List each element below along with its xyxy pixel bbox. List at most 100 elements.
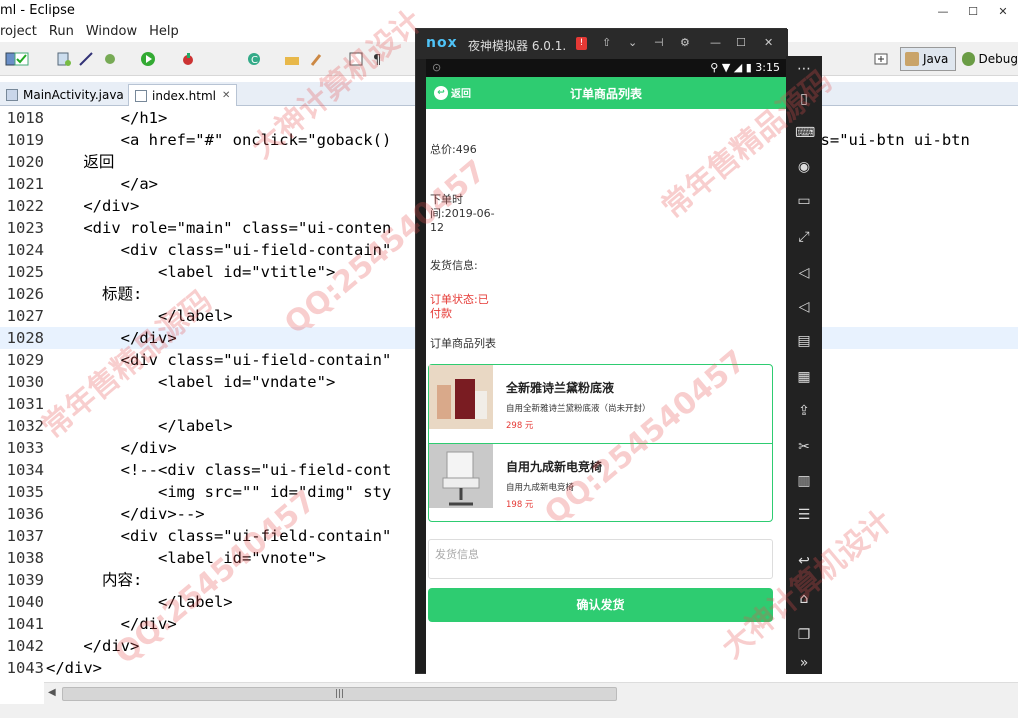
code-text[interactable]: <div class="ui-field-contain" <box>46 239 392 261</box>
menu-project[interactable]: roject <box>0 22 43 42</box>
menu-run[interactable]: Run <box>43 22 80 42</box>
more-icon[interactable]: ⋯ <box>795 60 813 78</box>
android-sdk-icon[interactable] <box>56 51 72 67</box>
screen-icon[interactable]: ▭ <box>795 192 813 210</box>
new-class-icon[interactable]: C <box>246 51 262 67</box>
product-price: 298 元 <box>506 421 534 431</box>
scrollbar-thumb[interactable]: ||| <box>62 687 617 701</box>
line-number: 1033 <box>6 439 44 457</box>
horizontal-scrollbar[interactable]: ◀ ||| <box>44 682 1018 704</box>
line-number: 1027 <box>6 307 44 325</box>
order-time-line: 间:2019-06- <box>430 207 495 220</box>
back-icon[interactable]: ↩ <box>795 552 813 570</box>
code-text[interactable]: 返回 <box>46 151 114 173</box>
line-number: 1039 <box>6 571 44 589</box>
keyboard-icon[interactable]: ⌨ <box>795 124 815 142</box>
shipping-info-input[interactable]: 发货信息 <box>428 539 773 579</box>
code-text[interactable]: <!--<div class="ui-field-cont <box>46 459 392 481</box>
gear-icon[interactable]: ⚙ <box>680 36 690 49</box>
menu-help[interactable]: Help <box>143 22 185 42</box>
menu-icon[interactable]: ☰ <box>795 506 813 524</box>
code-text[interactable]: </h1> <box>46 107 168 129</box>
toggle-view-icon[interactable] <box>348 51 364 67</box>
code-text[interactable]: </div> <box>46 635 139 657</box>
list-item[interactable]: 全新雅诗兰黛粉底液 自用全新雅诗兰黛粉底液（尚未开封） 298 元 <box>429 365 772 443</box>
line-number: 1034 <box>6 461 44 479</box>
search-icon[interactable] <box>310 51 326 67</box>
line-number: 1036 <box>6 505 44 523</box>
debug-icon[interactable] <box>102 51 118 67</box>
code-text[interactable]: </div> <box>46 613 177 635</box>
recent-apps-icon[interactable]: ❐ <box>795 626 813 644</box>
code-text[interactable]: 内容: <box>46 569 142 591</box>
open-perspective-icon[interactable] <box>873 51 889 67</box>
code-text[interactable]: <img src="" id="dimg" sty <box>46 481 391 503</box>
code-text[interactable]: </div> <box>46 657 102 679</box>
skip-breakpoints-icon[interactable] <box>78 51 94 67</box>
home-arrow-icon[interactable]: ⇧ <box>602 36 611 49</box>
code-text[interactable]: 标题: <box>46 283 142 305</box>
code-text[interactable]: </div> <box>46 195 139 217</box>
code-text[interactable]: </a> <box>46 173 158 195</box>
close-tab-icon[interactable]: ✕ <box>222 90 230 101</box>
product-desc: 自用全新雅诗兰黛粉底液（尚未开封） <box>506 404 651 414</box>
tab-label: MainActivity.java <box>23 88 124 102</box>
close-icon[interactable]: ✕ <box>988 0 1018 22</box>
line-number: 1020 <box>6 153 44 171</box>
home-icon[interactable]: ⌂ <box>795 590 813 608</box>
tab-index-html[interactable]: index.html ✕ <box>128 84 238 106</box>
chevron-down-icon[interactable]: ⌄ <box>628 36 637 49</box>
code-text[interactable]: <label id="vndate"> <box>46 371 335 393</box>
code-text[interactable]: <div class="ui-field-contain" <box>46 525 392 547</box>
code-text[interactable]: </label> <box>46 591 233 613</box>
html-file-icon <box>135 89 147 102</box>
code-text[interactable]: </div> <box>46 437 177 459</box>
code-text[interactable]: <label id="vtitle"> <box>46 261 335 283</box>
total-price: 总价:496 <box>430 143 477 156</box>
maximize-icon[interactable]: ☐ <box>736 36 746 49</box>
line-number: 1023 <box>6 219 44 237</box>
code-text[interactable]: <div role="main" class="ui-conten <box>46 217 391 239</box>
external-tools-icon[interactable] <box>180 51 196 67</box>
product-name: 全新雅诗兰黛粉底液 <box>506 381 615 395</box>
fullscreen-icon[interactable]: ⤢ <box>795 228 813 246</box>
code-text[interactable]: <label id="vnote"> <box>46 547 326 569</box>
apk-icon[interactable]: ▤ <box>795 332 813 350</box>
minimize-icon[interactable]: — <box>710 36 721 49</box>
perspective-debug[interactable]: Debug <box>958 47 1018 71</box>
multi-instance-icon[interactable]: ▥ <box>795 472 813 490</box>
code-text[interactable]: <div class="ui-field-contain" <box>46 349 392 371</box>
scroll-left-icon[interactable]: ◀ <box>48 687 56 698</box>
location-icon[interactable]: ◉ <box>795 158 813 176</box>
window-title: ml - Eclipse <box>0 3 75 18</box>
confirm-shipping-button[interactable]: 确认发货 <box>428 588 773 622</box>
macro-icon[interactable]: ▦ <box>795 368 813 386</box>
scissors-icon[interactable]: ✂ <box>795 438 813 456</box>
menu-window[interactable]: Window <box>80 22 143 42</box>
update-badge[interactable]: ! <box>576 37 587 50</box>
close-icon[interactable]: ✕ <box>764 36 773 49</box>
code-text[interactable]: </div>--> <box>46 503 205 525</box>
show-whitespace-icon[interactable]: ¶ <box>370 51 386 67</box>
collapse-icon[interactable]: » <box>795 654 813 672</box>
android-status-bar: ⊙ ⚲ ▼ ◢ ▮ 3:15 <box>426 59 786 77</box>
maximize-icon[interactable]: ☐ <box>958 0 988 22</box>
pin-icon[interactable]: ⊣ <box>654 36 664 49</box>
run-icon[interactable] <box>140 51 156 67</box>
minimize-icon[interactable]: — <box>928 0 958 22</box>
volume-down-icon[interactable]: ◁ <box>795 298 813 316</box>
code-text[interactable]: </div> <box>46 327 177 349</box>
tab-mainactivity[interactable]: MainActivity.java <box>0 84 130 106</box>
perspective-java[interactable]: Java <box>900 47 956 71</box>
page-title: 订单商品列表 <box>569 87 642 101</box>
product-price: 198 元 <box>506 500 534 510</box>
open-type-icon[interactable] <box>284 51 300 67</box>
code-text[interactable]: </label> <box>46 415 233 437</box>
list-item[interactable]: 自用九成新电竞椅 自用九成新电竞椅 198 元 <box>429 443 772 521</box>
order-status-line: 订单状态:已 <box>430 293 489 306</box>
volume-up-icon[interactable]: ◁ <box>795 264 813 282</box>
shake-icon[interactable]: ▯ <box>795 90 813 108</box>
fps-icon[interactable]: ⇪ <box>795 402 813 420</box>
code-text[interactable]: </label> <box>46 305 233 327</box>
checkbox-icon[interactable] <box>14 51 30 67</box>
